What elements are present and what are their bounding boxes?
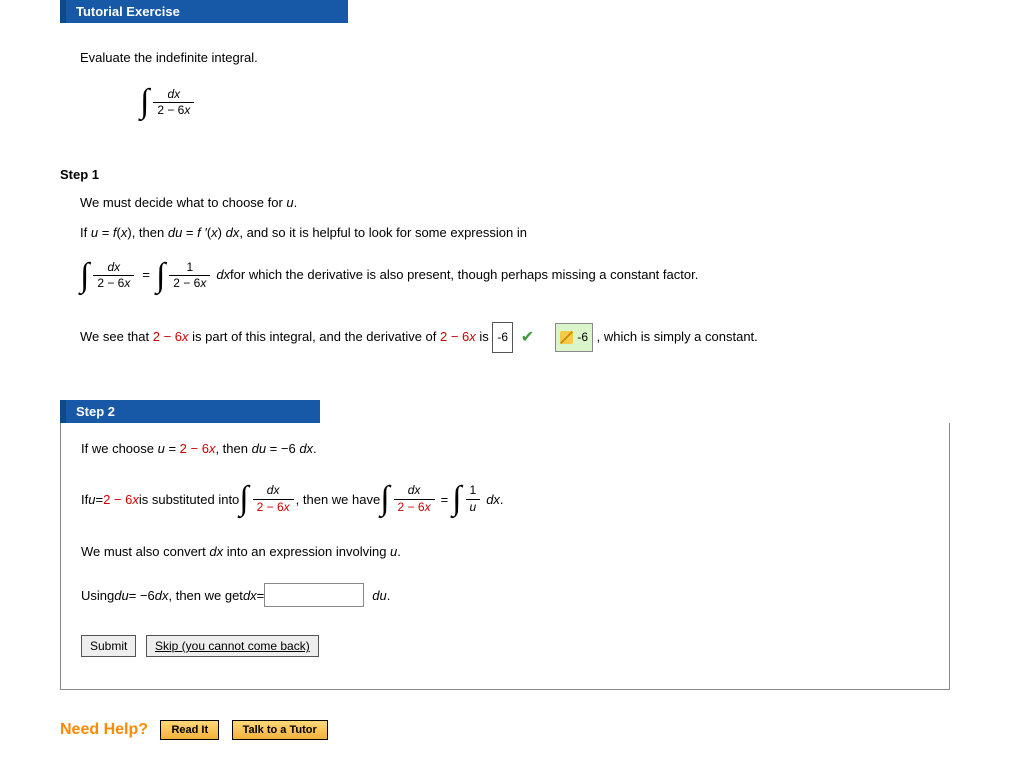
step1-integral-1: ∫ dx 2 − 6x	[80, 259, 136, 293]
need-help-label: Need Help?	[60, 721, 148, 738]
tutorial-header-label: Tutorial Exercise	[76, 4, 180, 19]
step2-box: If we choose u = 2 − 6x, then du = −6 dx…	[60, 423, 950, 690]
need-help-row: Need Help? Read It Talk to a Tutor	[60, 720, 1010, 740]
pencil-icon	[560, 331, 573, 344]
talk-to-tutor-button[interactable]: Talk to a Tutor	[232, 720, 328, 740]
tutorial-header: Tutorial Exercise	[60, 0, 348, 23]
integral-sign-icon: ∫	[452, 482, 461, 516]
step1-answer-box: -6	[492, 322, 513, 353]
step1-integral-2: ∫ 1 2 − 6x dx	[156, 259, 230, 293]
intro-fraction: dx 2 − 6x	[153, 88, 194, 117]
skip-button[interactable]: Skip (you cannot come back)	[146, 635, 319, 657]
hint-value: -6	[577, 325, 588, 350]
dx-answer-input[interactable]	[264, 583, 364, 607]
check-icon: ✔	[521, 321, 534, 355]
intro-integral: ∫ dx 2 − 6x	[140, 85, 196, 119]
integral-sign-icon: ∫	[140, 85, 149, 119]
step2-integral-2: ∫ dx 2 − 6x	[380, 482, 436, 516]
integral-sign-icon: ∫	[239, 482, 248, 516]
read-it-button[interactable]: Read It	[160, 720, 219, 740]
intro-content: Evaluate the indefinite integral. ∫ dx 2…	[80, 23, 970, 137]
step2-header: Step 2	[60, 400, 320, 423]
step2-header-label: Step 2	[76, 404, 115, 419]
integral-sign-icon: ∫	[80, 259, 89, 293]
step2-integral-1: ∫ dx 2 − 6x	[239, 482, 295, 516]
integral-sign-icon: ∫	[156, 259, 165, 293]
step1-hint-box[interactable]: -6	[555, 323, 593, 352]
integral-sign-icon: ∫	[380, 482, 389, 516]
step1-label: Step 1	[60, 167, 1010, 182]
step1-content: We must decide what to choose for u. If …	[80, 194, 970, 380]
step2-integral-3: ∫ 1 u dx	[452, 482, 500, 516]
submit-button[interactable]: Submit	[81, 635, 136, 657]
intro-prompt: Evaluate the indefinite integral.	[80, 49, 970, 67]
